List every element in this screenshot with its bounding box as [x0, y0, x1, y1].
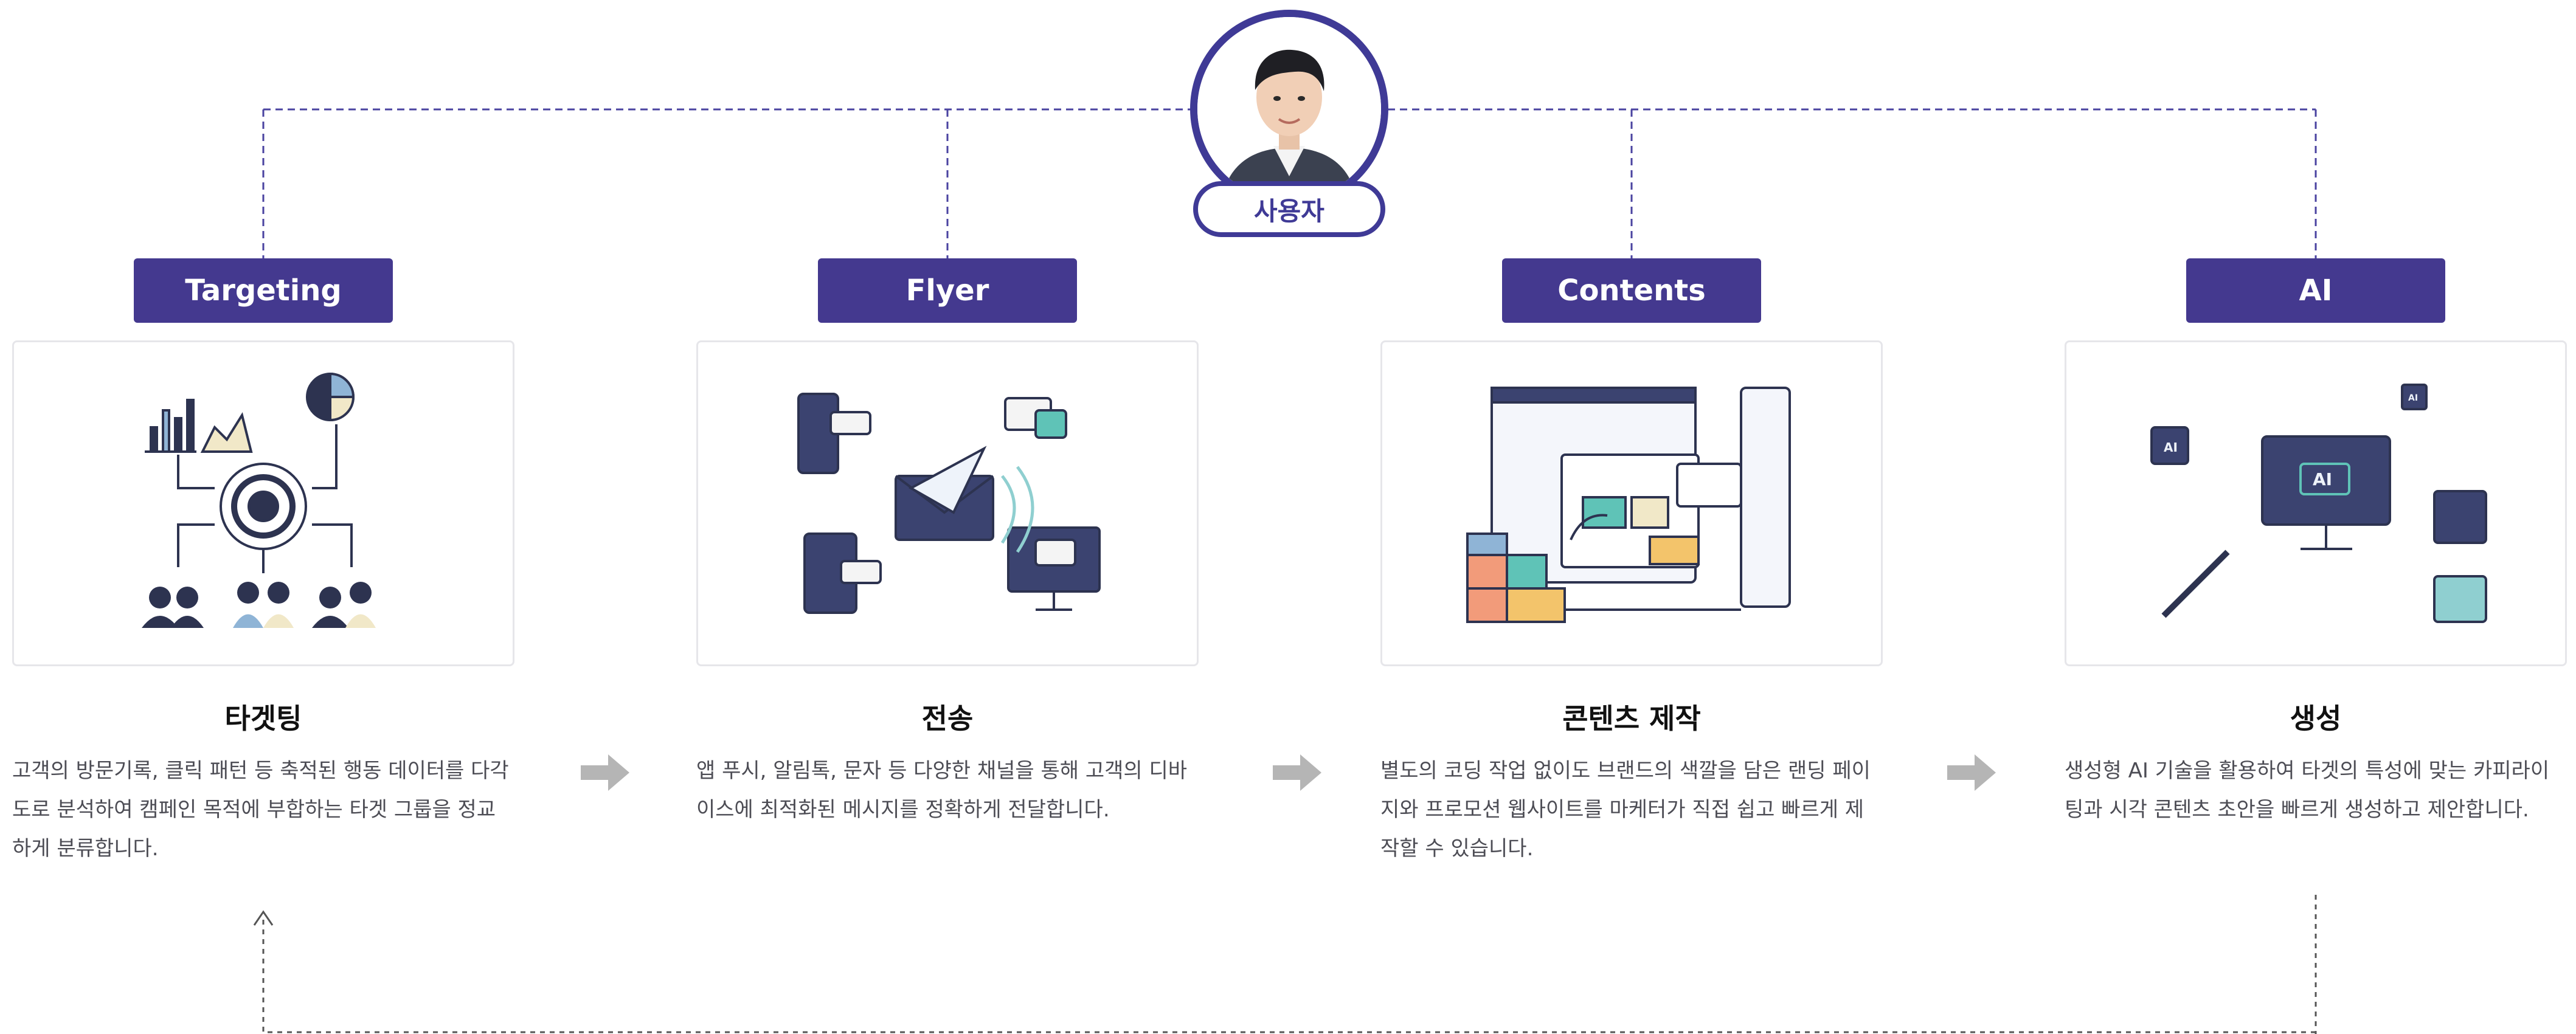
user-avatar [1190, 10, 1388, 208]
next-arrow-icon [581, 754, 629, 791]
stage-description-flyer: 앱 푸시, 알림톡, 문자 등 다양한 채널을 통해 고객의 디바이스에 최적화… [696, 759, 1188, 822]
stage-title-contents: 콘텐츠 제작 [1562, 702, 1701, 735]
ai-generation-illustration: AI AI AI [2150, 384, 2487, 623]
next-arrow-icon [1947, 754, 1996, 791]
stage-description-ai: 생성형 AI 기술을 활용하여 타겟의 특성에 맞는 카피라이팅과 시각 콘텐츠… [2065, 759, 2550, 822]
next-arrow-icon [1273, 754, 1321, 791]
stage-description-targeting: 고객의 방문기록, 클릭 패턴 등 축적된 행동 데이터를 다각도로 분석하여 … [12, 759, 509, 861]
card-flyer [696, 340, 1199, 666]
svg-text:AI: AI [2313, 469, 2332, 489]
stage-title-ai: 생성 [2290, 702, 2342, 735]
user-portrait-icon [1197, 17, 1381, 201]
svg-text:AI: AI [2164, 440, 2178, 455]
tab-flyer: Flyer [818, 258, 1077, 323]
target-audience-illustration [142, 372, 376, 628]
stage-title-targeting: 타겟팅 [224, 702, 302, 735]
user-label: 사용자 [1193, 181, 1385, 237]
content-builder-illustration [1466, 387, 1791, 623]
tab-ai: AI [2186, 258, 2445, 323]
workflow-diagram: 사용자 Targeting Flyer Contents AI AI AI AI… [0, 0, 2576, 1034]
card-contents [1380, 340, 1883, 666]
message-sending-illustration [797, 393, 1101, 614]
tab-contents: Contents [1502, 258, 1761, 323]
tab-targeting: Targeting [134, 258, 393, 323]
feedback-loop-line [262, 895, 2317, 1034]
stage-title-flyer: 전송 [921, 702, 974, 735]
stage-description-contents: 별도의 코딩 작업 없이도 브랜드의 색깔을 담은 랜딩 페이지와 프로모션 웹… [1380, 759, 1871, 861]
card-targeting [12, 340, 514, 666]
card-ai: AI AI AI [2065, 340, 2567, 666]
svg-text:AI: AI [2408, 393, 2418, 403]
